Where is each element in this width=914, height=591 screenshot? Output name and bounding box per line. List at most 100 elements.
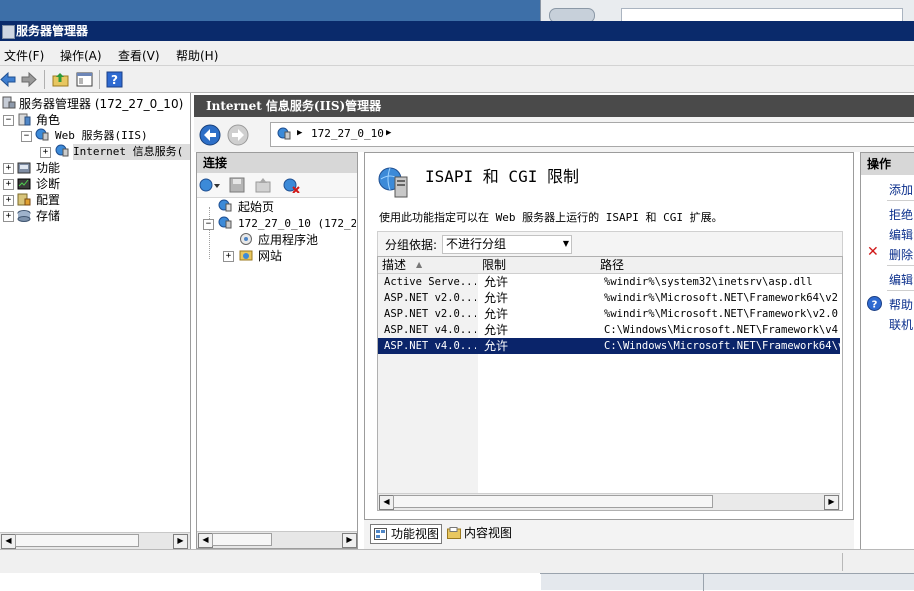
collapse-toggle[interactable]: − (21, 131, 32, 142)
toolbar: ? (0, 66, 914, 93)
menu-help[interactable]: 帮助(H) (176, 47, 218, 64)
menu-action[interactable]: 操作(A) (60, 47, 102, 64)
server-icon (2, 96, 16, 109)
storage-icon (17, 210, 31, 222)
divider (887, 200, 914, 201)
server-manager-icon (2, 25, 15, 39)
column-header-description[interactable]: 描述 ▲ (378, 257, 483, 274)
delete-icon[interactable]: ✕ (867, 244, 879, 260)
scroll-right-button[interactable]: ▶ (824, 495, 839, 510)
status-bar-right (540, 549, 914, 573)
status-bar (0, 549, 540, 573)
toolbar-separator (44, 70, 45, 89)
expand-toggle[interactable]: + (3, 163, 14, 174)
start-page-icon (218, 199, 232, 212)
scroll-right-button[interactable]: ▶ (173, 534, 188, 549)
menu-view[interactable]: 查看(V) (118, 47, 160, 64)
action-edit[interactable]: 编辑 (889, 226, 913, 243)
navigation-bar: ▶ 172_27_0_10 ▶ (194, 117, 914, 152)
address-bar[interactable]: ▶ 172_27_0_10 ▶ (270, 122, 914, 147)
table-row[interactable]: Active Serve... 允许 %windir%\system32\ine… (378, 274, 840, 290)
feature-description: 使用此功能指定可以在 Web 服务器上运行的 ISAPI 和 CGI 扩展。 (379, 211, 723, 224)
forward-arrow-icon[interactable] (20, 71, 37, 88)
action-help[interactable]: 帮助 (889, 296, 913, 313)
console-tree-icon[interactable] (76, 71, 93, 88)
action-delete[interactable]: 删除 (889, 246, 913, 263)
horizontal-scrollbar[interactable]: ◀ ▶ (197, 531, 357, 548)
sites-icon (239, 250, 253, 261)
scroll-thumb[interactable] (393, 495, 713, 508)
window-titlebar: 服务器管理器 (0, 21, 914, 41)
expand-toggle[interactable]: + (223, 251, 234, 262)
divider (887, 290, 914, 291)
iis-manager-header: Internet 信息服务(IIS)管理器 (194, 95, 914, 117)
connect-icon[interactable] (199, 177, 221, 193)
tree-root[interactable]: 服务器管理器 (172_27_0_10) (19, 96, 183, 112)
table-row[interactable]: ASP.NET v2.0... 允许 %windir%\Microsoft.NE… (378, 290, 840, 306)
tree-item-features[interactable]: 功能 (36, 160, 60, 176)
back-button-icon[interactable] (199, 124, 221, 146)
menu-file[interactable]: 文件(F) (4, 47, 44, 64)
expand-toggle[interactable]: + (3, 179, 14, 190)
scroll-thumb[interactable] (212, 533, 272, 546)
up-folder-icon[interactable] (52, 71, 69, 88)
collapse-toggle[interactable]: − (3, 115, 14, 126)
column-header-restriction[interactable]: 限制 (478, 257, 601, 274)
horizontal-scrollbar[interactable]: ◀ ▶ (0, 532, 190, 549)
scroll-left-button[interactable]: ◀ (1, 534, 16, 549)
menu-bar: 文件(F) 操作(A) 查看(V) 帮助(H) (0, 41, 914, 66)
forward-button-icon[interactable] (227, 124, 249, 146)
content-view-icon (447, 527, 461, 539)
group-by-select[interactable]: 不进行分组 ▼ (442, 235, 572, 254)
scroll-left-button[interactable]: ◀ (198, 533, 213, 548)
tree-item-start-page[interactable]: 起始页 (238, 199, 274, 215)
back-arrow-icon[interactable] (0, 71, 17, 88)
tree-item-web-server[interactable]: Web 服务器(IIS) (55, 128, 148, 144)
action-add[interactable]: 添加 (889, 181, 913, 198)
column-header-path[interactable]: 路径 (596, 257, 842, 274)
scroll-right-button[interactable]: ▶ (342, 533, 357, 548)
tree-item-sites[interactable]: 网站 (258, 248, 282, 264)
breadcrumb-separator-icon[interactable]: ▶ (386, 123, 391, 144)
tree-item-roles[interactable]: 角色 (36, 112, 60, 128)
expand-toggle[interactable]: + (3, 195, 14, 206)
scroll-left-button[interactable]: ◀ (379, 495, 394, 510)
diagnostics-icon (17, 178, 31, 190)
table-row[interactable]: ASP.NET v2.0... 允许 %windir%\Microsoft.NE… (378, 306, 840, 322)
address-server[interactable]: 172_27_0_10 (311, 123, 384, 144)
expand-toggle[interactable]: + (40, 147, 51, 158)
dropdown-arrow-icon[interactable]: ▼ (563, 236, 569, 252)
help-icon[interactable]: ? (106, 71, 123, 88)
breadcrumb-separator-icon[interactable]: ▶ (297, 123, 302, 144)
tree-item-iis-manager[interactable]: Internet 信息服务( (73, 144, 190, 160)
up-level-icon[interactable] (255, 177, 271, 193)
table-row-selected[interactable]: ASP.NET v4.0... 允许 C:\Windows\Microsoft.… (378, 338, 840, 354)
tab-feature-view[interactable]: 功能视图 (370, 524, 442, 544)
list-horizontal-scrollbar[interactable]: ◀ ▶ (378, 493, 840, 510)
disconnect-icon[interactable] (283, 177, 301, 193)
status-divider (842, 553, 843, 571)
table-row[interactable]: ASP.NET v4.0... 允许 C:\Windows\Microsoft.… (378, 322, 840, 338)
feature-view-icon (374, 528, 387, 540)
configuration-icon (17, 193, 31, 206)
action-online-help[interactable]: 联机 (889, 316, 913, 333)
help-icon[interactable]: ? (867, 296, 882, 311)
divider (703, 574, 704, 591)
action-edit-settings[interactable]: 编辑 (889, 271, 913, 288)
window-title: 服务器管理器 (16, 24, 89, 38)
tree-item-diagnostics[interactable]: 诊断 (36, 176, 60, 192)
save-icon[interactable] (229, 177, 245, 193)
isapi-cgi-icon (378, 167, 408, 198)
tree-item-server[interactable]: 172_27_0_10 (172_27_ (238, 216, 356, 232)
collapse-toggle[interactable]: − (203, 219, 214, 230)
expand-toggle[interactable]: + (3, 211, 14, 222)
actions-title: 操作 (861, 153, 914, 175)
app-pools-icon (240, 233, 252, 245)
tree-item-storage[interactable]: 存储 (36, 208, 60, 224)
tree-item-configuration[interactable]: 配置 (36, 192, 60, 208)
scroll-thumb[interactable] (15, 534, 139, 547)
action-deny[interactable]: 拒绝 (889, 206, 913, 223)
tree-item-app-pools[interactable]: 应用程序池 (258, 232, 318, 248)
console-tree: 服务器管理器 (172_27_0_10) − 角色 − Web 服务器(IIS)… (0, 93, 191, 549)
tab-content-view[interactable]: 内容视图 (444, 524, 520, 544)
